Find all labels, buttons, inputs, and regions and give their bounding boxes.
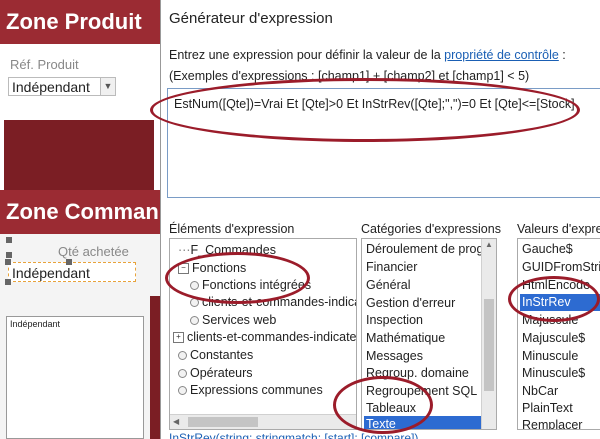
value-item[interactable]: Majuscule xyxy=(520,312,578,329)
valeurs-header: Valeurs d'expres xyxy=(517,222,600,236)
category-item[interactable]: Tableaux xyxy=(364,400,416,417)
expression-text[interactable]: EstNum([Qte])=Vrai Et [Qte]>0 Et InStrRe… xyxy=(174,97,575,111)
ref-produit-combo[interactable]: Indépendant ▼ xyxy=(8,77,116,96)
valeurs-list[interactable]: Gauche$ GUIDFromString HtmlEncode InStrR… xyxy=(517,238,600,430)
value-item[interactable]: Remplacer xyxy=(520,417,582,429)
category-item[interactable]: Regroup. domaine xyxy=(364,365,469,382)
tree-item-clients-commandes-2[interactable]: + clients-et-commandes-indicateu xyxy=(173,329,356,346)
value-item[interactable]: HtmlEncode xyxy=(520,277,590,294)
tree-item-f-commandes[interactable]: ⋯F_Commandes xyxy=(178,242,276,259)
scroll-up-icon[interactable]: ▲ xyxy=(485,240,493,249)
resize-handle[interactable] xyxy=(5,259,11,265)
zone-produit-header: Zone Produit xyxy=(0,0,160,44)
tree-item-constantes[interactable]: Constantes xyxy=(178,347,253,364)
elements-hscroll-thumb[interactable] xyxy=(188,417,258,427)
tree-connector-icon: ⋯ xyxy=(178,243,191,257)
form-side-band xyxy=(150,296,160,439)
expression-icon xyxy=(178,386,187,396)
tree-item-fonctions[interactable]: − Fonctions xyxy=(178,260,246,277)
elements-header: Éléments d'expression xyxy=(169,222,295,236)
qte-achetee-field[interactable]: Indépendant xyxy=(8,262,136,282)
categories-vscrollbar[interactable]: ▲ xyxy=(481,239,496,429)
tree-item-fonctions-integrees[interactable]: Fonctions intégrées xyxy=(190,277,311,294)
function-icon xyxy=(190,298,199,308)
expression-builder-dialog: Générateur d'expression Entrez une expre… xyxy=(160,0,600,439)
qte-achetee-label: Qté achetée xyxy=(58,244,129,259)
category-item[interactable]: Regroupement SQL xyxy=(364,383,477,400)
tree-item-operateurs[interactable]: Opérateurs xyxy=(178,365,253,382)
tree-item-expressions-communes[interactable]: Expressions communes xyxy=(178,382,323,399)
elements-tree[interactable]: ⋯F_Commandes − Fonctions Fonctions intégr… xyxy=(169,238,357,430)
category-item[interactable]: Inspection xyxy=(364,312,423,329)
category-item[interactable]: Gestion d'erreur xyxy=(364,295,455,312)
dialog-title: Générateur d'expression xyxy=(169,10,333,27)
function-icon xyxy=(190,316,199,326)
control-property-link[interactable]: propriété de contrôle xyxy=(444,48,559,62)
subform-control[interactable]: Indépendant xyxy=(6,316,144,439)
value-item-selected[interactable]: InStrRev xyxy=(520,294,600,311)
category-item[interactable]: Financier xyxy=(364,259,417,276)
tree-item-services-web[interactable]: Services web xyxy=(190,312,276,329)
instruction-prefix: Entrez une expression pour définir la va… xyxy=(169,48,445,62)
value-item[interactable]: Minuscule xyxy=(520,348,578,365)
expression-input[interactable]: EstNum([Qte])=Vrai Et [Qte]>0 Et InStrRe… xyxy=(167,88,600,198)
category-item[interactable]: Général xyxy=(364,277,410,294)
subform-text: Indépendant xyxy=(10,319,61,329)
instruction-suffix: : xyxy=(558,48,566,62)
chevron-down-icon[interactable]: ▼ xyxy=(100,78,115,95)
syntax-hint: InStrRev(string; stringmatch; [start]; [… xyxy=(169,431,419,439)
value-item[interactable]: Minuscule$ xyxy=(520,365,585,382)
categories-list[interactable]: Déroulement de program Financier Général… xyxy=(361,238,497,430)
categories-header: Catégories d'expressions xyxy=(361,222,501,236)
collapse-icon[interactable]: − xyxy=(178,263,189,275)
resize-handle[interactable] xyxy=(6,237,12,243)
examples-text: (Exemples d'expressions : [champ1] + [ch… xyxy=(169,69,530,83)
category-item[interactable]: Déroulement de program xyxy=(364,241,496,258)
category-item[interactable]: Mathématique xyxy=(364,330,445,347)
form-separator xyxy=(4,120,154,190)
value-item[interactable]: Gauche$ xyxy=(520,241,573,258)
ref-produit-value: Indépendant xyxy=(12,79,90,95)
resize-handle[interactable] xyxy=(66,259,72,265)
function-icon xyxy=(190,281,199,291)
instruction-text: Entrez une expression pour définir la va… xyxy=(169,48,566,62)
tree-item-clients-commandes-1[interactable]: clients-et-commandes-indicate xyxy=(190,294,356,311)
elements-hscrollbar[interactable]: ◀ xyxy=(170,414,356,429)
operator-icon xyxy=(178,369,187,379)
expand-icon[interactable]: + xyxy=(173,332,184,344)
categories-vscroll-thumb[interactable] xyxy=(484,299,494,391)
category-item-selected[interactable]: Texte xyxy=(364,416,482,429)
value-item[interactable]: NbCar xyxy=(520,383,558,400)
ref-produit-label: Réf. Produit xyxy=(10,57,79,72)
value-item[interactable]: PlainText xyxy=(520,400,573,417)
zone-commande-header: Zone Comman xyxy=(0,190,160,234)
value-item[interactable]: GUIDFromString xyxy=(520,259,600,276)
resize-handle[interactable] xyxy=(6,252,12,258)
value-item[interactable]: Majuscule$ xyxy=(520,330,585,347)
scroll-left-icon[interactable]: ◀ xyxy=(173,417,179,426)
category-item[interactable]: Messages xyxy=(364,348,423,365)
constant-icon xyxy=(178,351,187,361)
resize-handle[interactable] xyxy=(5,279,11,285)
